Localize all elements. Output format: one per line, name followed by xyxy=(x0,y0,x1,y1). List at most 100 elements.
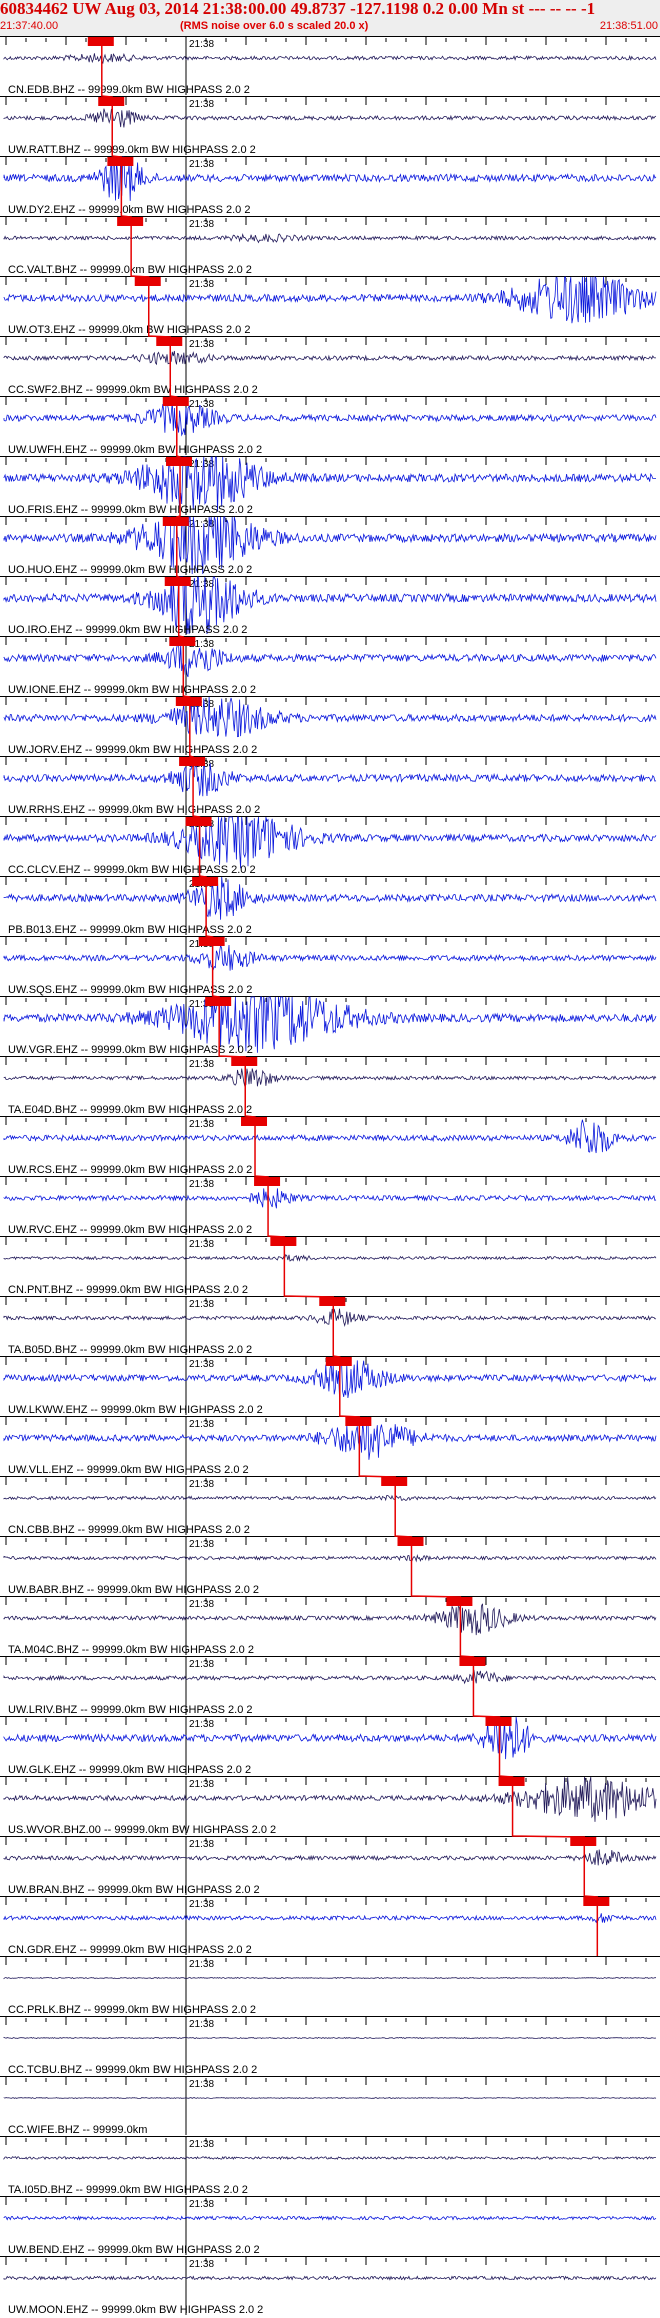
trace-label: TA.M04C.BHZ -- 99999.0km BW HIGHPASS 2.0… xyxy=(8,1644,254,1656)
trace-panel: 21:38UW.JORV.EHZ -- 99999.0km BW HIGHPAS… xyxy=(0,696,660,756)
trace-label: UW.IONE.EHZ -- 99999.0km BW HIGHPASS 2.0… xyxy=(8,684,256,696)
minute-label: 21:38 xyxy=(189,159,214,170)
seismic-trace xyxy=(3,1976,657,1980)
trace-label: UW.GLK.EHZ -- 99999.0km BW HIGHPASS 2.0 … xyxy=(8,1764,251,1776)
trace-label: UW.RCS.EHZ -- 99999.0km BW HIGHPASS 2.0 … xyxy=(8,1164,252,1176)
minute-label: 21:38 xyxy=(189,1779,214,1790)
minute-label: 21:38 xyxy=(189,1959,214,1970)
trace-panel: 21:38 UW.BEND.EHZ -- 99999.0km BW HIGHPAS… xyxy=(0,2196,660,2256)
trace-label: CC.SWF2.BHZ -- 99999.0km BW HIGHPASS 2.0… xyxy=(8,384,258,396)
minute-label: 21:38 xyxy=(189,99,214,110)
pick-marker xyxy=(166,457,193,466)
trace-label: CC.TCBU.BHZ -- 99999.0km BW HIGHPASS 2.0… xyxy=(8,2064,257,2076)
plot-header: 60834462 UW Aug 03, 2014 21:38:00.00 49.… xyxy=(0,0,660,36)
trace-panel: 21:38 TA.I05D.BHZ -- 99999.0km BW HIGHPAS… xyxy=(0,2136,660,2196)
trace-label: UW.MOON.EHZ -- 99999.0km BW HIGHPASS 2.0… xyxy=(8,2304,263,2316)
pick-marker xyxy=(169,637,196,646)
trace-label: UW.VLL.EHZ -- 99999.0km BW HIGHPASS 2.0 … xyxy=(8,1464,249,1476)
trace-panel: 21:38 UW.VLL.EHZ -- 99999.0km BW HIGHPASS… xyxy=(0,1416,660,1476)
end-time-label: 21:38:51.00 xyxy=(599,20,658,32)
pick-marker xyxy=(117,217,144,226)
trace-panel: 21:38 UO.IRO.EHZ -- 99999.0km BW HIGHPASS… xyxy=(0,576,660,636)
minute-label: 21:38 xyxy=(189,2079,214,2090)
trace-label: UW.LRIV.BHZ -- 99999.0km BW HIGHPASS 2.0… xyxy=(8,1704,253,1716)
pick-marker xyxy=(164,577,191,586)
trace-panel: 21:38 CN.GDR.EHZ -- 99999.0km BW HIGHPASS… xyxy=(0,1896,660,1956)
trace-label: UW.BEND.EHZ -- 99999.0km BW HIGHPASS 2.0… xyxy=(8,2244,260,2256)
minute-label: 21:38 xyxy=(189,1059,214,1070)
minute-label: 21:38 xyxy=(189,2259,214,2270)
trace-panel: 21:38 UW.RVC.EHZ -- 99999.0km BW HIGHPASS… xyxy=(0,1176,660,1236)
trace-panel: 21:38CC.CLCV.EHZ -- 99999.0km BW HIGHPAS… xyxy=(0,816,660,876)
trace-label: PB.B013.EHZ -- 99999.0km BW HIGHPASS 2.0… xyxy=(8,924,252,936)
seismic-trace xyxy=(3,1776,657,1822)
pick-marker xyxy=(156,337,183,346)
minute-label: 21:38 xyxy=(189,279,214,290)
trace-panel: 21:38 UW.BRAN.BHZ -- 99999.0km BW HIGHPAS… xyxy=(0,1836,660,1896)
seismic-trace xyxy=(3,816,657,869)
trace-panel: 21:38 CN.EDB.BHZ -- 99999.0km BW HIGHPASS… xyxy=(0,36,660,96)
minute-label: 21:38 xyxy=(189,1359,214,1370)
trace-label: CC.WIFE.BHZ -- 99999.0km xyxy=(8,2124,147,2136)
pick-marker xyxy=(570,1837,597,1846)
trace-panel: 21:38 CN.CBB.BHZ -- 99999.0km BW HIGHPASS… xyxy=(0,1476,660,1536)
minute-label: 21:38 xyxy=(189,339,214,350)
trace-label: UO.FRIS.EHZ -- 99999.0km BW HIGHPASS 2.0… xyxy=(8,504,253,516)
seismic-trace xyxy=(3,1603,657,1636)
trace-panel: 21:38 TA.M04C.BHZ -- 99999.0km BW HIGHPAS… xyxy=(0,1596,660,1656)
seismic-trace xyxy=(3,1553,657,1563)
seismogram-plot: 21:38 CN.EDB.BHZ -- 99999.0km BW HIGHPASS… xyxy=(0,36,660,2316)
seismic-trace xyxy=(3,2156,657,2161)
seismic-trace xyxy=(3,1416,657,1460)
pick-marker xyxy=(162,517,189,526)
trace-panel: 21:38 CC.WIFE.BHZ -- 99999.0km xyxy=(0,2076,660,2136)
trace-label: TA.B05D.BHZ -- 99999.0km BW HIGHPASS 2.0… xyxy=(8,1344,252,1356)
trace-label: UW.BRAN.BHZ -- 99999.0km BW HIGHPASS 2.0… xyxy=(8,1884,260,1896)
pick-marker xyxy=(498,1777,525,1786)
trace-label: UW.UWFH.EHZ -- 99999.0km BW HIGHPASS 2.0… xyxy=(8,444,262,456)
seismic-trace xyxy=(3,1494,657,1502)
trace-panel: 21:38 UW.OT3.EHZ -- 99999.0km BW HIGHPASS… xyxy=(0,275,660,336)
trace-label: CN.PNT.BHZ -- 99999.0km BW HIGHPASS 2.0 … xyxy=(8,1284,248,1296)
trace-label: CN.EDB.BHZ -- 99999.0km BW HIGHPASS 2.0 … xyxy=(8,84,250,96)
start-time-label: 21:37:40.00 xyxy=(0,20,59,32)
seismic-trace xyxy=(3,2275,657,2281)
trace-panel: 21:38 TA.B05D.BHZ -- 99999.0km BW HIGHPAS… xyxy=(0,1296,660,1356)
pick-marker xyxy=(485,1717,512,1726)
seismic-trace xyxy=(3,275,657,324)
trace-label: CC.PRLK.BHZ -- 99999.0km BW HIGHPASS 2.0… xyxy=(8,2004,256,2016)
seismic-trace xyxy=(3,2036,657,2040)
minute-label: 21:38 xyxy=(189,219,214,230)
seismic-trace xyxy=(3,1188,657,1209)
minute-label: 21:38 xyxy=(189,399,214,410)
seismic-trace xyxy=(3,1849,657,1866)
seismic-trace xyxy=(3,944,657,971)
minute-label: 21:38 xyxy=(189,1179,214,1190)
pick-marker xyxy=(254,1177,281,1186)
pick-marker xyxy=(162,397,189,406)
trace-label: UW.RRHS.EHZ -- 99999.0km BW HIGHPASS 2.0… xyxy=(8,804,260,816)
pick-marker xyxy=(185,817,212,826)
pick-marker xyxy=(325,1357,352,1366)
seismic-trace xyxy=(3,876,657,920)
trace-label: UW.DY2.EHZ -- 99999.0km BW HIGHPASS 2.0 … xyxy=(8,204,250,216)
seismic-trace xyxy=(3,1669,657,1685)
trace-panel: 21:38 UW.UWFH.EHZ -- 99999.0km BW HIGHPAS… xyxy=(0,396,660,456)
trace-panel: 21:38 TA.E04D.BHZ -- 99999.0km BW HIGHPAS… xyxy=(0,1056,660,1116)
trace-panel: 21:38UW.SQS.EHZ -- 99999.0km BW HIGHPASS… xyxy=(0,936,660,996)
trace-panel: 21:38PB.B013.EHZ -- 99999.0km BW HIGHPAS… xyxy=(0,876,660,936)
trace-label: TA.E04D.BHZ -- 99999.0km BW HIGHPASS 2.0… xyxy=(8,1104,252,1116)
trace-label: CN.CBB.BHZ -- 99999.0km BW HIGHPASS 2.0 … xyxy=(8,1524,250,1536)
pick-marker xyxy=(205,997,232,1006)
seismic-trace xyxy=(3,643,657,678)
minute-label: 21:38 xyxy=(189,1479,214,1490)
trace-panel: 21:38UW.RRHS.EHZ -- 99999.0km BW HIGHPAS… xyxy=(0,756,660,816)
trace-panel: 21:38 CC.VALT.BHZ -- 99999.0km BW HIGHPAS… xyxy=(0,216,660,276)
minute-label: 21:38 xyxy=(189,1299,214,1310)
trace-label: UO.IRO.EHZ -- 99999.0km BW HIGHPASS 2.0 … xyxy=(8,624,247,636)
trace-label: UW.OT3.EHZ -- 99999.0km BW HIGHPASS 2.0 … xyxy=(8,324,250,336)
trace-label: UW.RATT.BHZ -- 99999.0km BW HIGHPASS 2.0… xyxy=(8,144,256,156)
trace-label: CC.VALT.BHZ -- 99999.0km BW HIGHPASS 2.0… xyxy=(8,264,252,276)
seismic-trace xyxy=(3,1068,657,1088)
pick-marker xyxy=(397,1537,424,1546)
